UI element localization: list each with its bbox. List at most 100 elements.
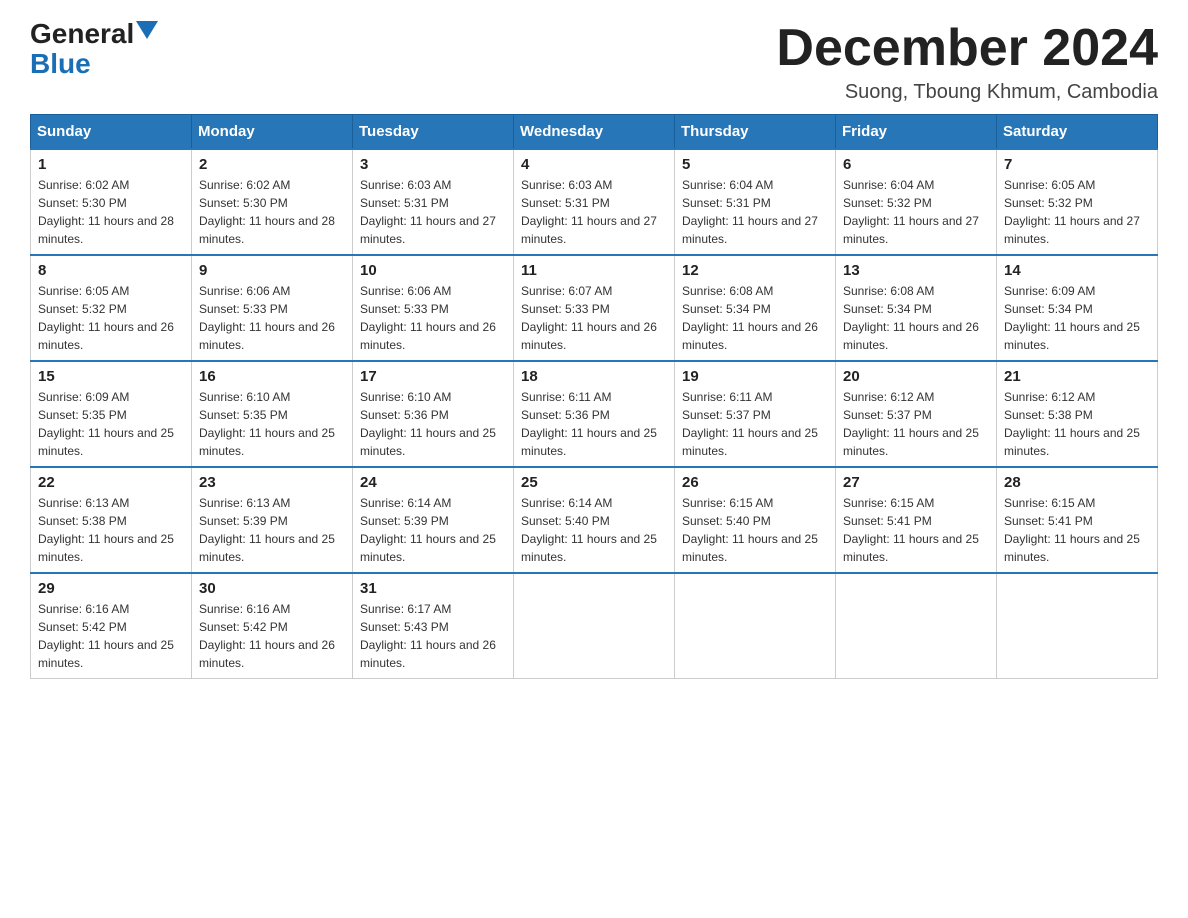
- day-number: 25: [521, 474, 667, 491]
- day-info: Sunrise: 6:15 AMSunset: 5:41 PMDaylight:…: [1004, 496, 1140, 564]
- day-info: Sunrise: 6:03 AMSunset: 5:31 PMDaylight:…: [360, 178, 496, 246]
- day-number: 6: [843, 156, 989, 173]
- day-number: 20: [843, 368, 989, 385]
- logo-triangle-icon: [136, 21, 158, 39]
- day-info: Sunrise: 6:04 AMSunset: 5:32 PMDaylight:…: [843, 178, 979, 246]
- table-row: 31 Sunrise: 6:17 AMSunset: 5:43 PMDaylig…: [353, 573, 514, 679]
- day-info: Sunrise: 6:06 AMSunset: 5:33 PMDaylight:…: [199, 284, 335, 352]
- day-info: Sunrise: 6:07 AMSunset: 5:33 PMDaylight:…: [521, 284, 657, 352]
- day-info: Sunrise: 6:11 AMSunset: 5:36 PMDaylight:…: [521, 390, 657, 458]
- day-number: 26: [682, 474, 828, 491]
- day-info: Sunrise: 6:14 AMSunset: 5:40 PMDaylight:…: [521, 496, 657, 564]
- table-row: 1 Sunrise: 6:02 AMSunset: 5:30 PMDayligh…: [31, 149, 192, 255]
- day-number: 22: [38, 474, 184, 491]
- day-number: 14: [1004, 262, 1150, 279]
- table-row: 29 Sunrise: 6:16 AMSunset: 5:42 PMDaylig…: [31, 573, 192, 679]
- day-info: Sunrise: 6:12 AMSunset: 5:37 PMDaylight:…: [843, 390, 979, 458]
- table-row: 15 Sunrise: 6:09 AMSunset: 5:35 PMDaylig…: [31, 361, 192, 467]
- day-info: Sunrise: 6:11 AMSunset: 5:37 PMDaylight:…: [682, 390, 818, 458]
- table-row: 17 Sunrise: 6:10 AMSunset: 5:36 PMDaylig…: [353, 361, 514, 467]
- day-number: 23: [199, 474, 345, 491]
- day-info: Sunrise: 6:13 AMSunset: 5:38 PMDaylight:…: [38, 496, 174, 564]
- logo-general: General: [30, 20, 134, 48]
- day-info: Sunrise: 6:05 AMSunset: 5:32 PMDaylight:…: [1004, 178, 1140, 246]
- table-row: 3 Sunrise: 6:03 AMSunset: 5:31 PMDayligh…: [353, 149, 514, 255]
- table-row: 19 Sunrise: 6:11 AMSunset: 5:37 PMDaylig…: [675, 361, 836, 467]
- table-row: 13 Sunrise: 6:08 AMSunset: 5:34 PMDaylig…: [836, 255, 997, 361]
- day-number: 13: [843, 262, 989, 279]
- day-info: Sunrise: 6:02 AMSunset: 5:30 PMDaylight:…: [38, 178, 174, 246]
- day-number: 10: [360, 262, 506, 279]
- page-header: General Blue December 2024 Suong, Tboung…: [30, 20, 1158, 104]
- day-number: 18: [521, 368, 667, 385]
- table-row: 28 Sunrise: 6:15 AMSunset: 5:41 PMDaylig…: [997, 467, 1158, 573]
- week-row-4: 22 Sunrise: 6:13 AMSunset: 5:38 PMDaylig…: [31, 467, 1158, 573]
- table-row: 18 Sunrise: 6:11 AMSunset: 5:36 PMDaylig…: [514, 361, 675, 467]
- weekday-header-row: Sunday Monday Tuesday Wednesday Thursday…: [31, 115, 1158, 150]
- header-sunday: Sunday: [31, 115, 192, 150]
- table-row: 6 Sunrise: 6:04 AMSunset: 5:32 PMDayligh…: [836, 149, 997, 255]
- day-number: 5: [682, 156, 828, 173]
- day-number: 3: [360, 156, 506, 173]
- day-number: 9: [199, 262, 345, 279]
- day-number: 15: [38, 368, 184, 385]
- table-row: 26 Sunrise: 6:15 AMSunset: 5:40 PMDaylig…: [675, 467, 836, 573]
- calendar-table: Sunday Monday Tuesday Wednesday Thursday…: [30, 114, 1158, 679]
- day-number: 27: [843, 474, 989, 491]
- day-number: 30: [199, 580, 345, 597]
- day-number: 4: [521, 156, 667, 173]
- title-block: December 2024 Suong, Tboung Khmum, Cambo…: [776, 20, 1158, 104]
- table-row: 22 Sunrise: 6:13 AMSunset: 5:38 PMDaylig…: [31, 467, 192, 573]
- week-row-5: 29 Sunrise: 6:16 AMSunset: 5:42 PMDaylig…: [31, 573, 1158, 679]
- table-row: 10 Sunrise: 6:06 AMSunset: 5:33 PMDaylig…: [353, 255, 514, 361]
- day-info: Sunrise: 6:16 AMSunset: 5:42 PMDaylight:…: [38, 602, 174, 670]
- header-tuesday: Tuesday: [353, 115, 514, 150]
- table-row: [675, 573, 836, 679]
- day-info: Sunrise: 6:08 AMSunset: 5:34 PMDaylight:…: [682, 284, 818, 352]
- logo: General Blue: [30, 20, 158, 80]
- table-row: 7 Sunrise: 6:05 AMSunset: 5:32 PMDayligh…: [997, 149, 1158, 255]
- day-number: 29: [38, 580, 184, 597]
- table-row: 2 Sunrise: 6:02 AMSunset: 5:30 PMDayligh…: [192, 149, 353, 255]
- table-row: 11 Sunrise: 6:07 AMSunset: 5:33 PMDaylig…: [514, 255, 675, 361]
- table-row: 9 Sunrise: 6:06 AMSunset: 5:33 PMDayligh…: [192, 255, 353, 361]
- table-row: [514, 573, 675, 679]
- day-info: Sunrise: 6:16 AMSunset: 5:42 PMDaylight:…: [199, 602, 335, 670]
- table-row: [836, 573, 997, 679]
- table-row: 12 Sunrise: 6:08 AMSunset: 5:34 PMDaylig…: [675, 255, 836, 361]
- day-number: 17: [360, 368, 506, 385]
- table-row: 21 Sunrise: 6:12 AMSunset: 5:38 PMDaylig…: [997, 361, 1158, 467]
- day-info: Sunrise: 6:15 AMSunset: 5:41 PMDaylight:…: [843, 496, 979, 564]
- day-number: 7: [1004, 156, 1150, 173]
- table-row: 24 Sunrise: 6:14 AMSunset: 5:39 PMDaylig…: [353, 467, 514, 573]
- table-row: 4 Sunrise: 6:03 AMSunset: 5:31 PMDayligh…: [514, 149, 675, 255]
- day-info: Sunrise: 6:14 AMSunset: 5:39 PMDaylight:…: [360, 496, 496, 564]
- day-number: 11: [521, 262, 667, 279]
- day-info: Sunrise: 6:08 AMSunset: 5:34 PMDaylight:…: [843, 284, 979, 352]
- week-row-3: 15 Sunrise: 6:09 AMSunset: 5:35 PMDaylig…: [31, 361, 1158, 467]
- day-info: Sunrise: 6:10 AMSunset: 5:35 PMDaylight:…: [199, 390, 335, 458]
- table-row: 16 Sunrise: 6:10 AMSunset: 5:35 PMDaylig…: [192, 361, 353, 467]
- logo-blue: Blue: [30, 48, 91, 80]
- header-friday: Friday: [836, 115, 997, 150]
- day-number: 21: [1004, 368, 1150, 385]
- day-info: Sunrise: 6:12 AMSunset: 5:38 PMDaylight:…: [1004, 390, 1140, 458]
- header-wednesday: Wednesday: [514, 115, 675, 150]
- day-info: Sunrise: 6:02 AMSunset: 5:30 PMDaylight:…: [199, 178, 335, 246]
- day-info: Sunrise: 6:10 AMSunset: 5:36 PMDaylight:…: [360, 390, 496, 458]
- table-row: 14 Sunrise: 6:09 AMSunset: 5:34 PMDaylig…: [997, 255, 1158, 361]
- day-number: 12: [682, 262, 828, 279]
- header-thursday: Thursday: [675, 115, 836, 150]
- day-number: 2: [199, 156, 345, 173]
- day-info: Sunrise: 6:06 AMSunset: 5:33 PMDaylight:…: [360, 284, 496, 352]
- day-info: Sunrise: 6:03 AMSunset: 5:31 PMDaylight:…: [521, 178, 657, 246]
- day-info: Sunrise: 6:15 AMSunset: 5:40 PMDaylight:…: [682, 496, 818, 564]
- table-row: 25 Sunrise: 6:14 AMSunset: 5:40 PMDaylig…: [514, 467, 675, 573]
- table-row: 30 Sunrise: 6:16 AMSunset: 5:42 PMDaylig…: [192, 573, 353, 679]
- day-number: 31: [360, 580, 506, 597]
- table-row: 5 Sunrise: 6:04 AMSunset: 5:31 PMDayligh…: [675, 149, 836, 255]
- table-row: 20 Sunrise: 6:12 AMSunset: 5:37 PMDaylig…: [836, 361, 997, 467]
- table-row: 23 Sunrise: 6:13 AMSunset: 5:39 PMDaylig…: [192, 467, 353, 573]
- table-row: [997, 573, 1158, 679]
- day-info: Sunrise: 6:05 AMSunset: 5:32 PMDaylight:…: [38, 284, 174, 352]
